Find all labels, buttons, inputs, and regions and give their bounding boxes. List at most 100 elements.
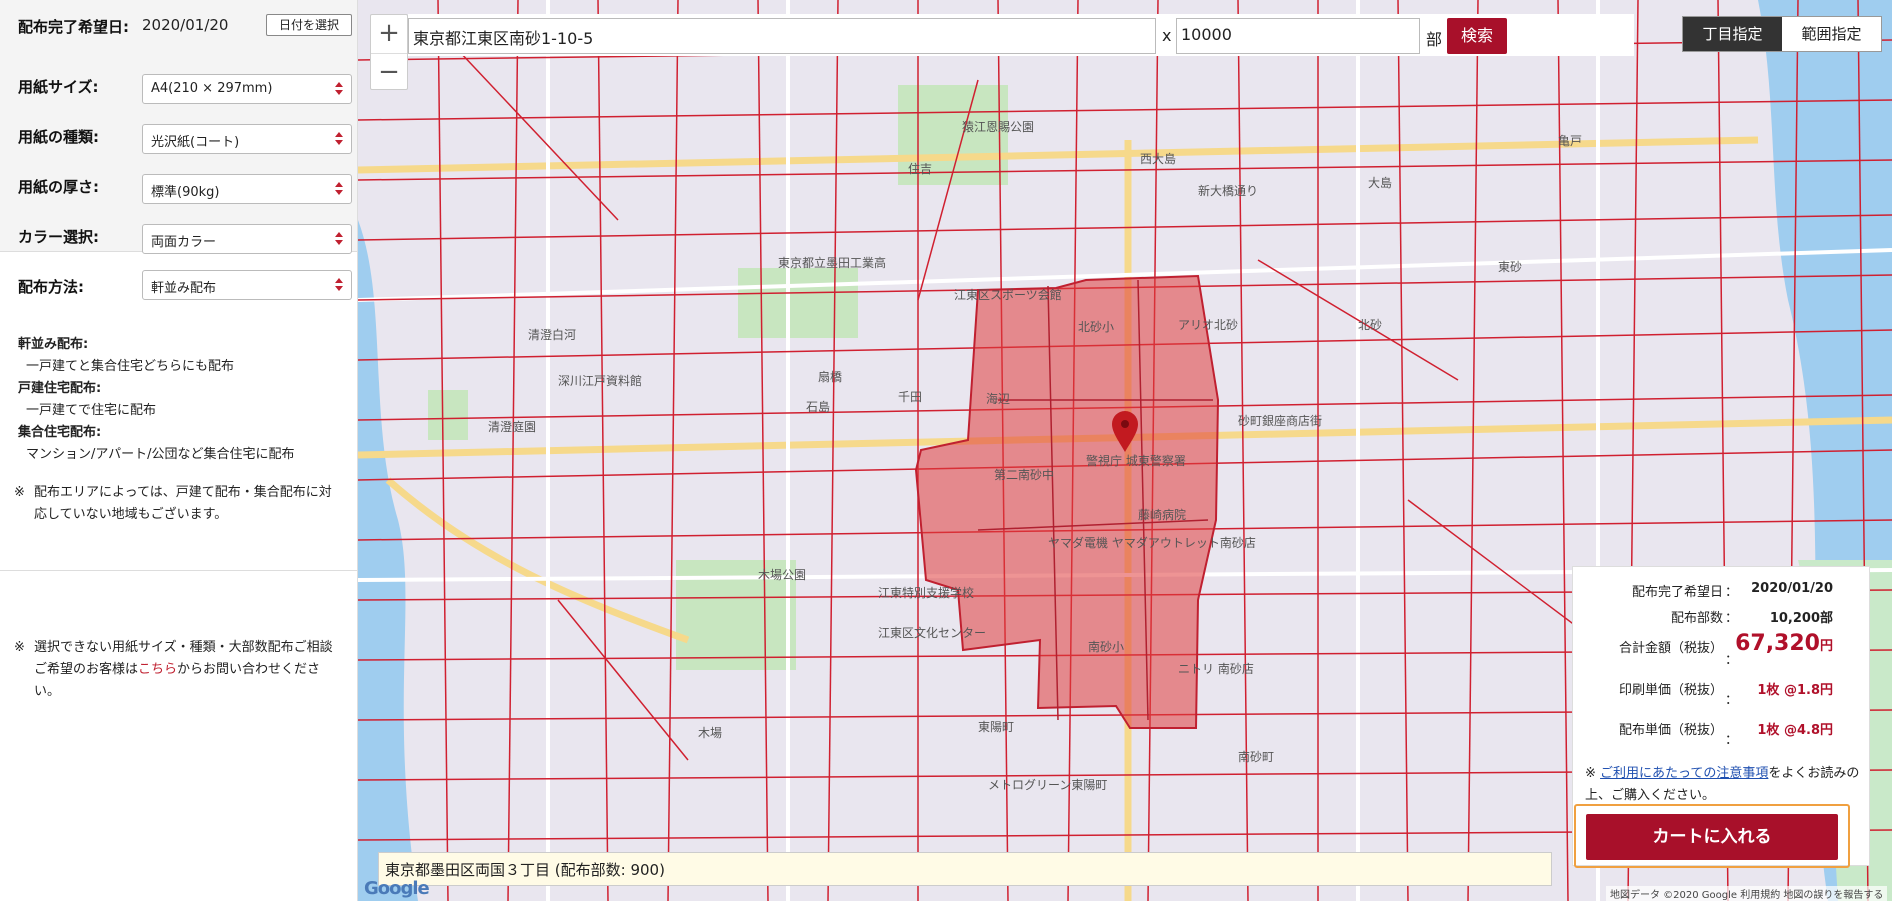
area-caution: ※ 配布エリアによっては、戸建て配布・集合配布に対応していない地域もございます。 (0, 476, 357, 526)
map-copyright: 地図データ ©2020 Google 利用規約 地図の誤りを報告する (1606, 886, 1888, 901)
left-panel: 配布完了希望日: 2020/01/20 日付を選択 用紙サイズ: A4(210 … (0, 0, 358, 901)
paper-thickness-row: 用紙の厚さ: 標準(90kg) (0, 164, 357, 214)
note-title: 集合住宅配布: (18, 425, 102, 440)
area-status-bar: 東京都墨田区両国３丁目 (配布部数: 900) (378, 852, 1552, 886)
cart-button-focus: カートに入れる (1574, 804, 1850, 868)
paper-size-row: 用紙サイズ: A4(210 × 297mm) (0, 64, 357, 114)
map-label: 藤崎病院 (1138, 508, 1187, 522)
map-label: 江東区スポーツ会館 (954, 288, 1062, 302)
contact-link[interactable]: こちら (138, 662, 177, 677)
select-date-button[interactable]: 日付を選択 (266, 14, 352, 36)
zoom-in-button[interactable]: + (371, 15, 407, 53)
delivery-date-row: 配布完了希望日: 2020/01/20 日付を選択 (0, 14, 357, 64)
summary-label: 合計金額（税抜） (1618, 641, 1723, 656)
map-label: 北砂小 (1078, 320, 1115, 334)
paper-type-label: 用紙の種類: (18, 128, 99, 146)
map-label: 清澄庭園 (488, 420, 537, 434)
map-label: 木場公園 (758, 568, 807, 582)
summary-dist-value: 1枚 @4.8円 (1757, 723, 1833, 738)
paper-type-value: 光沢紙(コート) (151, 135, 240, 150)
map-label: 江東区文化センター (878, 626, 987, 640)
notice-mark: ※ (1585, 766, 1596, 781)
caution-mark: ※ (14, 485, 25, 500)
map-label: 木場 (698, 726, 723, 740)
select-arrow-icon (335, 81, 343, 97)
summary-dist-row: 配布単価（税抜） ： 1枚 @4.8円 (1573, 719, 1871, 748)
map-label: 南砂町 (1238, 750, 1275, 764)
map-label: ニトリ 南砂店 (1178, 662, 1254, 676)
map-label: 大島 (1368, 176, 1393, 190)
map-label: 東砂 (1498, 260, 1523, 274)
map-label: 第二南砂中 (994, 468, 1055, 482)
map-label: 扇橋 (818, 370, 843, 384)
map-label: 住吉 (908, 162, 933, 176)
summary-label: 印刷単価（税抜） (1618, 683, 1723, 698)
method-value: 軒並み配布 (151, 281, 217, 296)
note-desc: 一戸建てと集合住宅どちらにも配布 (26, 359, 235, 374)
summary-total-value: 67,320円 (1735, 631, 1833, 656)
map-label: アリオ北砂 (1178, 318, 1239, 332)
map-label: 東陽町 (978, 720, 1015, 734)
map-label: 東京都立墨田工業高 (778, 256, 887, 270)
select-arrow-icon (335, 277, 343, 293)
map-label: メトログリーン東陽町 (988, 778, 1108, 792)
zoom-out-button[interactable]: − (371, 53, 407, 91)
google-logo: Google (364, 878, 430, 899)
note-title: 戸建住宅配布: (18, 381, 102, 396)
map-label: 千田 (898, 390, 923, 404)
summary-date-row: 配布完了希望日 ： 2020/01/20 (1573, 581, 1871, 605)
purchase-notice: ※ ご利用にあたっての注意事項をよくお読みの上、ご購入ください。 (1585, 763, 1865, 807)
times-sign: x (1162, 26, 1172, 45)
map-label: 砂町銀座商店街 (1238, 414, 1323, 428)
paper-thickness-label: 用紙の厚さ: (18, 178, 99, 196)
note-desc: マンション/アパート/公団など集合住宅に配布 (26, 447, 295, 462)
paper-type-row: 用紙の種類: 光沢紙(コート) (0, 114, 357, 164)
map-label: 亀戸 (1558, 134, 1583, 148)
summary-colon: ： (1725, 585, 1739, 600)
paper-size-value: A4(210 × 297mm) (151, 81, 273, 96)
color-value: 両面カラー (151, 235, 217, 250)
zoom-control: + − (370, 14, 408, 90)
summary-date-value: 2020/01/20 (1751, 581, 1833, 596)
consult-caution: ※ 選択できない用紙サイズ・種類・大部数配布ご相談ご希望のお客様はこちらからお問… (0, 631, 357, 703)
delivery-date-value: 2020/01/20 (142, 16, 229, 34)
method-select[interactable]: 軒並み配布 (142, 270, 352, 300)
add-to-cart-button[interactable]: カートに入れる (1586, 814, 1838, 860)
mode-town-button[interactable]: 丁目指定 (1683, 17, 1782, 51)
paper-type-select[interactable]: 光沢紙(コート) (142, 124, 352, 154)
map-label: 猿江恩賜公園 (962, 120, 1035, 134)
method-notes: 軒並み配布: 一戸建てと集合住宅どちらにも配布 戸建住宅配布: 一戸建てで住宅に… (0, 324, 357, 476)
quantity-input[interactable]: 10000 (1176, 18, 1420, 54)
summary-label: 配布部数 (1670, 611, 1723, 626)
map-label: ヤマダ電機 ヤマダアウトレット南砂店 (1048, 536, 1256, 550)
mode-range-button[interactable]: 範囲指定 (1782, 17, 1881, 51)
unit-label: 部 (1426, 30, 1443, 49)
summary-label: 配布単価（税抜） (1618, 723, 1723, 738)
paper-thickness-value: 標準(90kg) (151, 185, 220, 200)
map-label: 海辺 (986, 392, 1011, 406)
map-label: 新大橋通り (1198, 184, 1259, 198)
select-arrow-icon (335, 131, 343, 147)
summary-copies-row: 配布部数 ： 10,200部 (1573, 607, 1871, 631)
paper-thickness-select[interactable]: 標準(90kg) (142, 174, 352, 204)
notice-link[interactable]: ご利用にあたっての注意事項 (1600, 766, 1768, 781)
color-row: カラー選択: 両面カラー (0, 214, 357, 264)
paper-size-select[interactable]: A4(210 × 297mm) (142, 74, 352, 104)
map-label: 北砂 (1358, 318, 1383, 332)
map-label: 警視庁 城東警察署 (1086, 454, 1186, 468)
address-input[interactable]: 東京都江東区南砂1-10-5 (408, 18, 1156, 54)
map-label: 江東特別支援学校 (878, 586, 975, 600)
delivery-date-label: 配布完了希望日: (18, 18, 129, 36)
summary-copies-value: 10,200部 (1769, 611, 1833, 626)
spec-section: 配布完了希望日: 2020/01/20 日付を選択 用紙サイズ: A4(210 … (0, 0, 357, 254)
search-button[interactable]: 検索 (1447, 18, 1507, 54)
selection-mode-toggle: 丁目指定 範囲指定 (1682, 16, 1882, 52)
total-amount: 67,320 (1735, 631, 1820, 656)
map-label: 清澄白河 (528, 328, 577, 342)
select-arrow-icon (335, 231, 343, 247)
summary-print-row: 印刷単価（税抜） ： 1枚 @1.8円 (1573, 679, 1871, 708)
total-unit: 円 (1819, 639, 1833, 654)
summary-colon: ： (1725, 693, 1739, 708)
color-select[interactable]: 両面カラー (142, 224, 352, 254)
caution-text: 配布エリアによっては、戸建て配布・集合配布に対応していない地域もございます。 (34, 485, 332, 522)
